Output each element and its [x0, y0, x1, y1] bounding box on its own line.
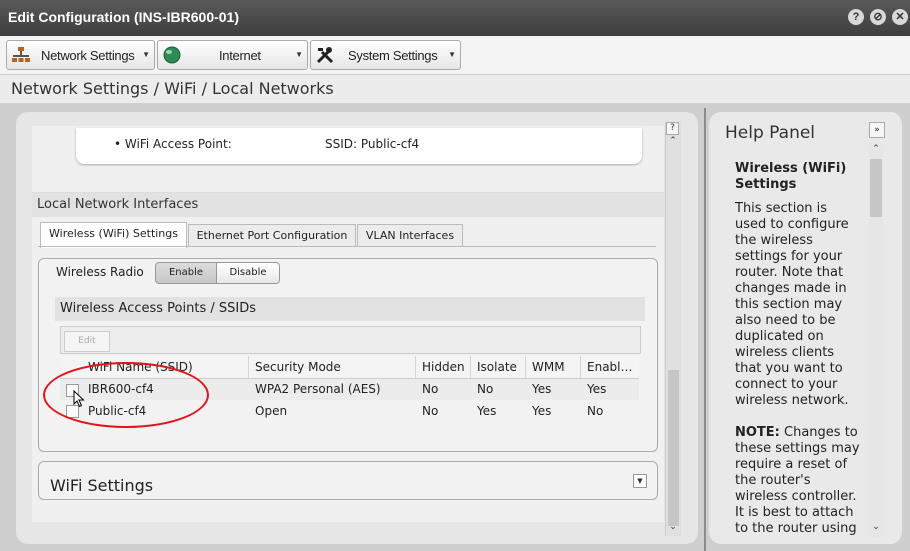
internet-label: Internet [219, 48, 261, 63]
local-network-header: Local Network Interfaces [32, 192, 664, 217]
cell-security: WPA2 Personal (AES) [255, 382, 381, 396]
col-divider [248, 356, 249, 378]
edit-button[interactable]: Edit [64, 331, 110, 352]
wifi-settings-title: WiFi Settings [50, 476, 154, 495]
chevron-up-icon[interactable]: ⌃ [869, 144, 883, 154]
help-scroll-thumb[interactable] [870, 159, 882, 217]
col-divider [525, 356, 526, 378]
network-icon [12, 47, 30, 62]
cell-hidden: No [422, 382, 439, 396]
cell-wmm: Yes [532, 404, 552, 418]
globe-icon [163, 46, 181, 64]
toolbar: Network Settings ▼ Internet ▼ System Set… [0, 36, 910, 75]
col-isolate[interactable]: Isolate [477, 360, 517, 374]
col-security[interactable]: Security Mode [255, 360, 341, 374]
chevron-down-icon: ▼ [448, 50, 456, 59]
cell-isolate: No [477, 382, 494, 396]
network-settings-label: Network Settings [41, 48, 135, 63]
cell-security: Open [255, 404, 288, 418]
tools-icon [316, 47, 334, 64]
summary-value: SSID: Public-cf4 [325, 137, 420, 151]
mouse-cursor-icon [73, 390, 85, 408]
chevron-down-icon: ▼ [295, 50, 303, 59]
cell-enabled: Yes [587, 382, 607, 396]
chevron-up-icon[interactable]: ⌃ [666, 136, 680, 146]
help-icon[interactable]: ? [666, 122, 679, 135]
main-scrollbar[interactable] [665, 122, 681, 536]
help-heading: Wireless (WiFi) Settings [735, 161, 847, 192]
summary-label: • WiFi Access Point: [114, 137, 232, 151]
help-note-label: NOTE: [735, 425, 780, 440]
tab-wireless-settings[interactable]: Wireless (WiFi) Settings [40, 222, 187, 248]
disable-button[interactable]: Disable [216, 262, 280, 284]
help-paragraph: This section is used to configure the wi… [735, 201, 849, 408]
tab-divider [38, 246, 656, 247]
help-note: NOTE: Changes to these settings may requ… [735, 425, 860, 537]
system-settings-label: System Settings [348, 48, 438, 63]
col-divider [470, 356, 471, 378]
cell-isolate: Yes [477, 404, 497, 418]
help-icon[interactable]: ? [848, 9, 864, 25]
system-settings-menu[interactable]: System Settings ▼ [310, 40, 461, 70]
panel-splitter[interactable] [704, 108, 706, 551]
col-wmm[interactable]: WMM [532, 360, 565, 374]
col-hidden[interactable]: Hidden [422, 360, 465, 374]
help-note-text: Changes to these settings may require a … [735, 425, 860, 536]
window-title: Edit Configuration (INS-IBR600-01) [8, 9, 240, 25]
chevron-down-icon[interactable]: ⌄ [869, 522, 883, 532]
cell-enabled: No [587, 404, 604, 418]
enable-button[interactable]: Enable [155, 262, 217, 284]
chevron-down-icon: ▼ [142, 50, 150, 59]
access-points-header: Wireless Access Points / SSIDs [55, 297, 645, 321]
tab-ethernet-port[interactable]: Ethernet Port Configuration [188, 224, 356, 247]
chevron-down-icon[interactable]: ⌄ [666, 522, 680, 532]
cell-hidden: No [422, 404, 439, 418]
grid-toolbar [60, 326, 641, 354]
internet-menu[interactable]: Internet ▼ [157, 40, 308, 70]
main-scroll-thumb[interactable] [668, 370, 679, 526]
summary-label-text: WiFi Access Point: [124, 137, 232, 151]
help-scrollbar[interactable] [869, 143, 883, 537]
cancel-icon[interactable]: ⊘ [870, 9, 886, 25]
col-divider [415, 356, 416, 378]
annotation-ellipse [43, 362, 209, 428]
access-points-title: Wireless Access Points / SSIDs [60, 301, 256, 316]
help-panel-title: Help Panel [725, 123, 816, 143]
help-content: Wireless (WiFi) Settings This section is… [735, 161, 860, 537]
tab-vlan-interfaces[interactable]: VLAN Interfaces [357, 224, 463, 247]
chevron-down-icon[interactable]: ▼ [633, 474, 647, 488]
expand-icon[interactable]: » [869, 122, 885, 138]
wireless-radio-label: Wireless Radio [56, 265, 144, 279]
close-icon[interactable]: ✕ [892, 9, 908, 25]
network-settings-menu[interactable]: Network Settings ▼ [6, 40, 155, 70]
wifi-settings-panel[interactable]: WiFi Settings ▼ [38, 461, 658, 500]
col-enabled[interactable]: Enabl… [587, 360, 633, 374]
col-divider [580, 356, 581, 378]
summary-card: • WiFi Access Point: SSID: Public-cf4 [76, 128, 642, 164]
title-bar: Edit Configuration (INS-IBR600-01) ? ⊘ ✕ [0, 0, 910, 36]
breadcrumb-bar: Network Settings / WiFi / Local Networks [0, 75, 910, 104]
breadcrumb: Network Settings / WiFi / Local Networks [11, 79, 334, 98]
cell-wmm: Yes [532, 382, 552, 396]
local-network-title: Local Network Interfaces [37, 197, 199, 212]
